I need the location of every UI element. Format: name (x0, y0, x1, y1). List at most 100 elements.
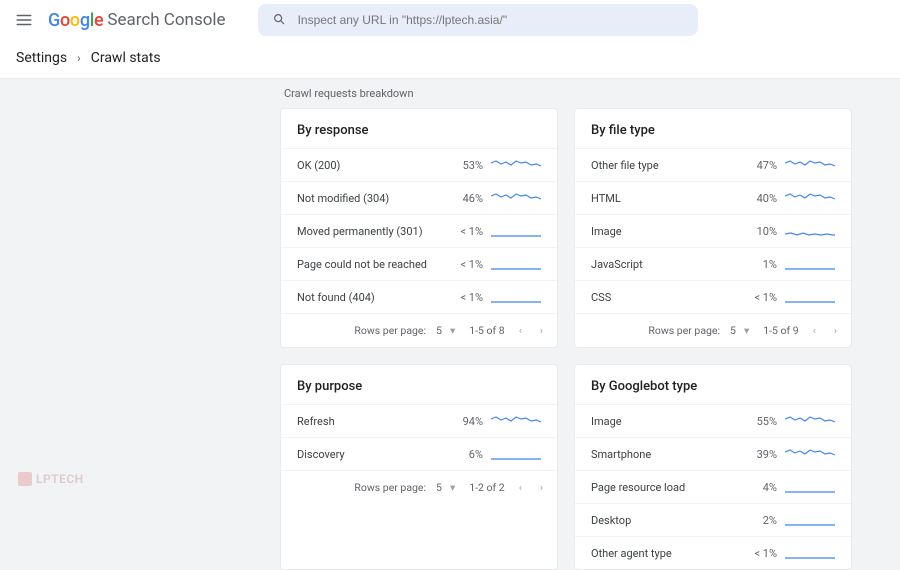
chevron-right-icon: › (77, 51, 81, 65)
sparkline-icon (785, 289, 835, 305)
table-row[interactable]: Moved permanently (301)< 1% (281, 214, 557, 247)
table-row[interactable]: CSS< 1% (575, 280, 851, 313)
card-by-purpose: By purposeRefresh94%Discovery6%Rows per … (280, 364, 558, 570)
rows-per-page-select[interactable]: 5▾ (436, 322, 459, 339)
card-footer: Rows per page:5▾1-5 of 9‹› (575, 313, 851, 347)
table-row[interactable]: Discovery6% (281, 437, 557, 470)
chevron-down-icon: ▾ (446, 322, 459, 339)
row-percent: < 1% (739, 291, 777, 304)
row-percent: 10% (739, 225, 777, 238)
sparkline-icon (785, 256, 835, 272)
sparkline-icon (491, 446, 541, 462)
watermark: LPTECH (18, 472, 84, 486)
row-percent: < 1% (445, 258, 483, 271)
breadcrumb-settings[interactable]: Settings (16, 50, 67, 66)
table-row[interactable]: Other file type47% (575, 148, 851, 181)
row-percent: < 1% (739, 547, 777, 560)
row-label: Refresh (297, 415, 445, 428)
table-row[interactable]: Refresh94% (281, 404, 557, 437)
row-percent: 40% (739, 192, 777, 205)
table-row[interactable]: Page resource load4% (575, 470, 851, 503)
row-label: Discovery (297, 448, 445, 461)
table-row[interactable]: Not found (404)< 1% (281, 280, 557, 313)
card-by-googlebot: By Googlebot typeImage55%Smartphone39%Pa… (574, 364, 852, 570)
table-row[interactable]: Desktop2% (575, 503, 851, 536)
row-percent: 2% (739, 514, 777, 527)
prev-page-button[interactable]: ‹ (809, 322, 820, 339)
rows-per-page-value: 5 (730, 324, 736, 337)
row-percent: 39% (739, 448, 777, 461)
row-label: Page could not be reached (297, 258, 445, 271)
next-page-button[interactable]: › (536, 479, 547, 496)
search-input[interactable] (298, 13, 684, 27)
row-percent: 53% (445, 159, 483, 172)
next-page-button[interactable]: › (536, 322, 547, 339)
rows-per-page-label: Rows per page: (354, 324, 426, 337)
table-row[interactable]: Image10% (575, 214, 851, 247)
row-label: Page resource load (591, 481, 739, 494)
sparkline-icon (491, 413, 541, 429)
row-label: Not modified (304) (297, 192, 445, 205)
row-label: Not found (404) (297, 291, 445, 304)
row-label: HTML (591, 192, 739, 205)
row-label: Image (591, 415, 739, 428)
next-page-button[interactable]: › (830, 322, 841, 339)
table-row[interactable]: Smartphone39% (575, 437, 851, 470)
sparkline-icon (785, 223, 835, 239)
row-percent: 47% (739, 159, 777, 172)
row-label: JavaScript (591, 258, 739, 271)
sparkline-icon (785, 545, 835, 561)
row-percent: 94% (445, 415, 483, 428)
row-label: Smartphone (591, 448, 739, 461)
row-label: Image (591, 225, 739, 238)
table-row[interactable]: JavaScript1% (575, 247, 851, 280)
breadcrumb-crawl-stats: Crawl stats (91, 50, 161, 66)
card-by-file-type: By file typeOther file type47%HTML40%Ima… (574, 108, 852, 348)
product-name: Search Console (107, 10, 225, 30)
sparkline-icon (785, 413, 835, 429)
prev-page-button[interactable]: ‹ (515, 479, 526, 496)
url-inspect-search[interactable] (258, 4, 698, 36)
watermark-icon (18, 472, 32, 486)
chevron-down-icon: ▾ (446, 479, 459, 496)
prev-page-button[interactable]: ‹ (515, 322, 526, 339)
pagination-range: 1-5 of 9 (763, 324, 798, 337)
table-row[interactable]: Page could not be reached< 1% (281, 247, 557, 280)
sparkline-icon (491, 289, 541, 305)
sparkline-icon (491, 157, 541, 173)
sparkline-icon (491, 223, 541, 239)
row-percent: 4% (739, 481, 777, 494)
row-percent: 46% (445, 192, 483, 205)
table-row[interactable]: Other agent type< 1% (575, 536, 851, 569)
table-row[interactable]: Not modified (304)46% (281, 181, 557, 214)
row-percent: < 1% (445, 291, 483, 304)
section-title: Crawl requests breakdown (280, 87, 900, 100)
card-title: By purpose (281, 365, 557, 404)
row-percent: < 1% (445, 225, 483, 238)
row-percent: 1% (739, 258, 777, 271)
sparkline-icon (785, 479, 835, 495)
row-label: Moved permanently (301) (297, 225, 445, 238)
card-title: By file type (575, 109, 851, 148)
rows-per-page-label: Rows per page: (354, 481, 426, 494)
google-logo: Google (48, 10, 103, 31)
table-row[interactable]: Image55% (575, 404, 851, 437)
card-footer: Rows per page:5▾1-2 of 2‹› (281, 470, 557, 504)
card-title: By Googlebot type (575, 365, 851, 404)
sparkline-icon (785, 157, 835, 173)
hamburger-menu-icon[interactable] (12, 8, 36, 32)
table-row[interactable]: OK (200)53% (281, 148, 557, 181)
rows-per-page-select[interactable]: 5▾ (436, 479, 459, 496)
sparkline-icon (491, 256, 541, 272)
row-label: OK (200) (297, 159, 445, 172)
sparkline-icon (491, 190, 541, 206)
rows-per-page-select[interactable]: 5▾ (730, 322, 753, 339)
rows-per-page-value: 5 (436, 481, 442, 494)
card-title: By response (281, 109, 557, 148)
table-row[interactable]: HTML40% (575, 181, 851, 214)
row-label: CSS (591, 291, 739, 304)
row-percent: 6% (445, 448, 483, 461)
row-label: Other file type (591, 159, 739, 172)
row-label: Other agent type (591, 547, 739, 560)
card-footer: Rows per page:5▾1-5 of 8‹› (281, 313, 557, 347)
